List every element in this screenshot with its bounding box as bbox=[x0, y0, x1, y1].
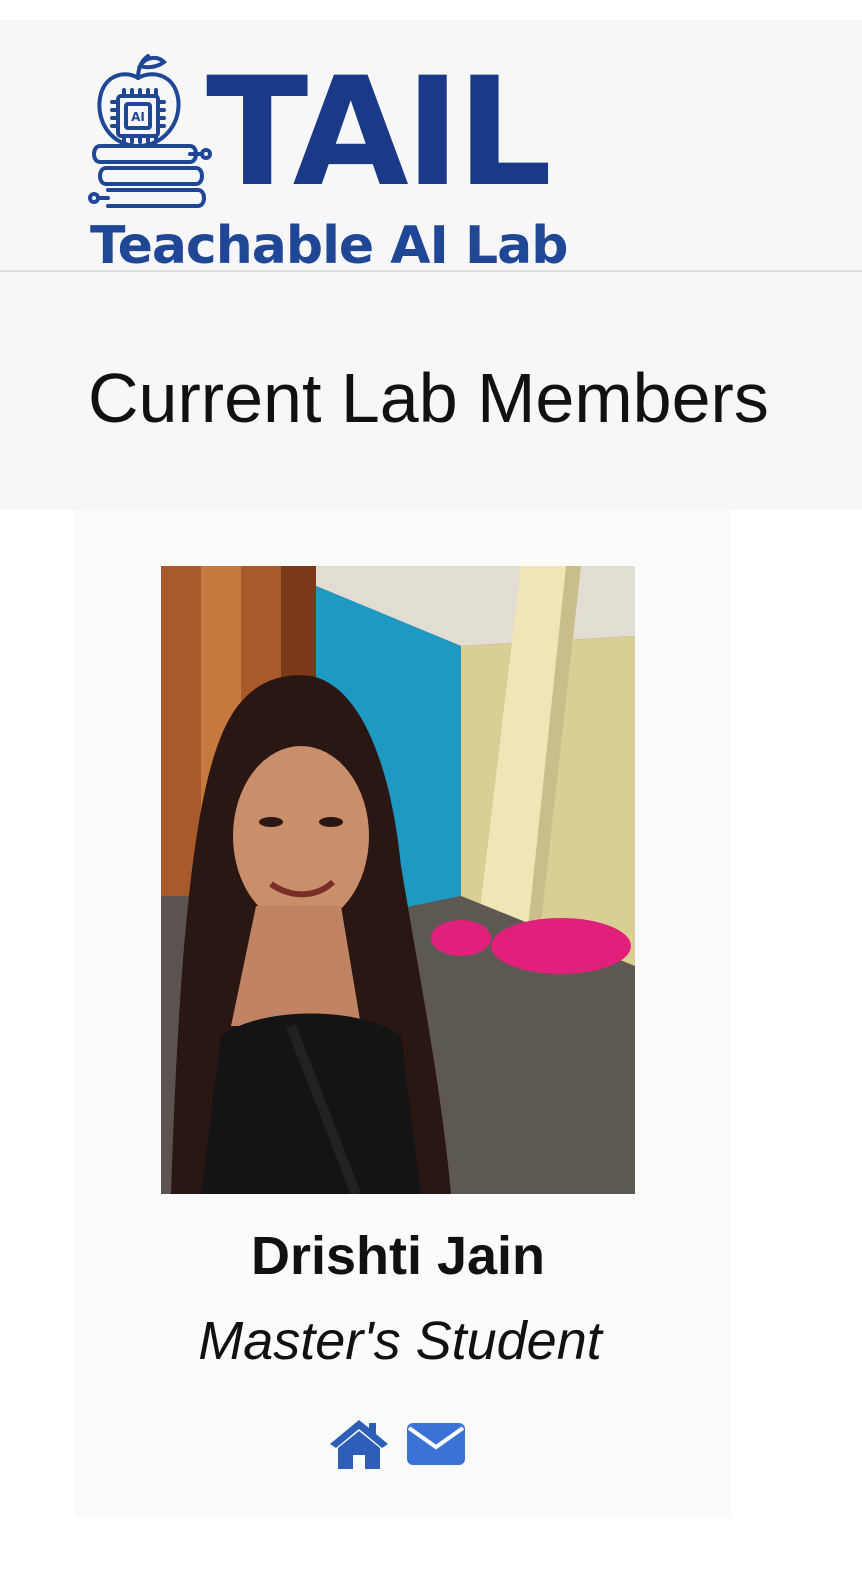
member-name: Drishti Jain bbox=[250, 1226, 546, 1286]
title-section: Current Lab Members bbox=[0, 272, 862, 510]
member-role: Master's Student bbox=[198, 1311, 602, 1371]
page-title: Current Lab Members bbox=[88, 359, 769, 437]
mail-icon[interactable] bbox=[406, 1419, 466, 1467]
apple-books-chip-icon: AI bbox=[88, 54, 212, 208]
member-photo bbox=[161, 566, 635, 1194]
home-icon[interactable] bbox=[326, 1416, 392, 1472]
chip-label: AI bbox=[131, 110, 145, 124]
logo-subtitle: Teachable AI Lab bbox=[90, 216, 568, 276]
member-links bbox=[326, 1416, 476, 1472]
tail-logo[interactable]: AI TAIL Teachable AI Lab bbox=[86, 46, 568, 280]
member-card: Drishti Jain Master's Student bbox=[74, 510, 730, 1518]
logo-wordmark: TAIL bbox=[206, 46, 552, 220]
site-header: AI TAIL Teachable AI Lab bbox=[0, 20, 862, 274]
